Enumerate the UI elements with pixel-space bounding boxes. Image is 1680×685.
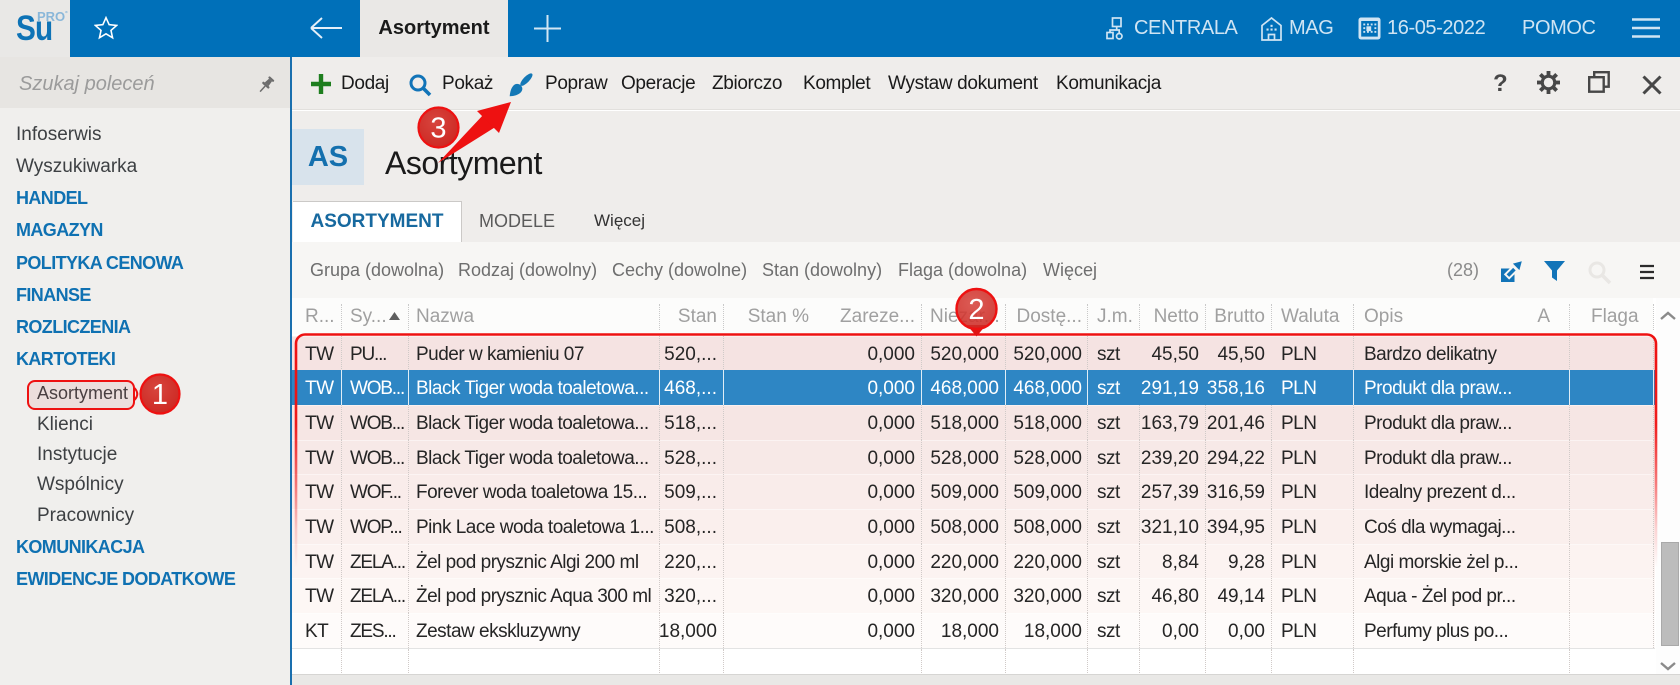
svg-text:2: 2 bbox=[968, 294, 984, 326]
svg-text:3: 3 bbox=[430, 113, 446, 145]
svg-text:1: 1 bbox=[152, 379, 168, 411]
